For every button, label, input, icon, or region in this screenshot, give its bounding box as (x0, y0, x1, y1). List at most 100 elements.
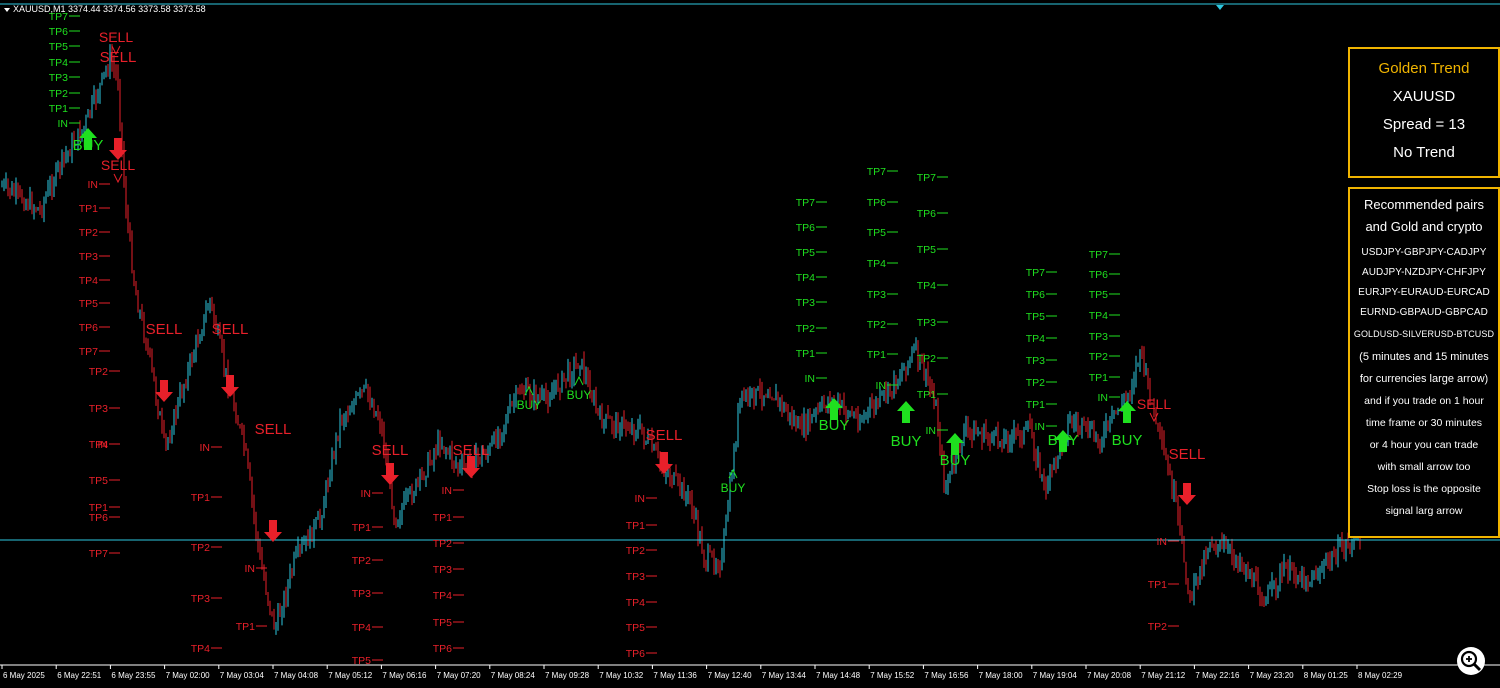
tp-level-label: TP5 (433, 617, 452, 629)
tp-level-label: TP2 (49, 88, 68, 100)
time-axis-label: 7 May 15:52 (870, 671, 915, 680)
tp-level-label: TP1 (1089, 372, 1108, 384)
small-arrow-icon (113, 173, 123, 184)
signal-arrow-shape (1118, 401, 1136, 423)
sell-arrow-icon (221, 375, 239, 397)
dropdown-triangle-icon[interactable] (4, 7, 10, 12)
sell-arrow-icon (1178, 483, 1196, 505)
buy-arrow-icon (897, 401, 915, 423)
tp-level-label: TP4 (917, 280, 936, 292)
tp-level-label: TP3 (433, 564, 452, 576)
tp-level-label: TP5 (89, 475, 108, 487)
tp-level-tp3: TP3 (191, 593, 222, 605)
price-chart[interactable]: IN TP1 TP2 TP3 TP4 TP5 TP6 TP7 IN TP1 TP2 TP3 TP4 TP5… (0, 0, 1500, 688)
signal-levels: IN TP1 TP2 TP3 TP4 TP5 TP6 TP7 IN TP1 TP2 TP3 TP4 TP5… (49, 11, 1179, 667)
tp-level-tp3: TP3 (626, 571, 657, 583)
tp-level-label: IN (1035, 421, 1046, 433)
tp-level-tp6: TP6 (79, 322, 110, 334)
tp-level-label: TP7 (79, 346, 98, 358)
tp-level-label: IN (442, 485, 453, 497)
tp-level-in: IN (442, 485, 464, 497)
tp-level-in: IN (1098, 392, 1120, 404)
signal-arrow-shape (221, 375, 239, 397)
tp-level-tp4: TP4 (1026, 333, 1057, 345)
sell-signal-label: SELL (146, 321, 183, 338)
pair-group: USDJPY-GBPJPY-CADJPY (1361, 247, 1487, 258)
tp-level-tp3: TP3 (867, 289, 898, 301)
sell-signal-label: SELL (100, 49, 137, 66)
tp-level-tp6: TP6 (1089, 269, 1120, 281)
tp-level-tp2: TP2 (796, 323, 827, 335)
indicator-name: Golden Trend (1378, 60, 1470, 77)
time-axis-label: 7 May 06:16 (382, 671, 427, 680)
tp-level-label: TP7 (1026, 267, 1045, 279)
sell-arrow-icon (264, 520, 282, 542)
tp-level-label: IN (876, 380, 887, 392)
tp-level-tp7: TP7 (1089, 249, 1120, 261)
tp-level-tp2: TP2 (1089, 351, 1120, 363)
signal-arrow-shape (897, 401, 915, 423)
tp-level-tp3: TP3 (1026, 355, 1057, 367)
sell-arrow-icon (155, 380, 173, 402)
tp-level-tp5: TP5 (433, 617, 464, 629)
time-axis-label: 7 May 12:40 (708, 671, 753, 680)
tp-level-tp3: TP3 (917, 317, 948, 329)
tp-level-label: TP3 (79, 251, 98, 263)
sell-arrow-icon (381, 463, 399, 485)
tp-level-label: TP2 (352, 555, 371, 567)
small-sell-label: SELL (99, 29, 133, 45)
time-axis-label: 7 May 23:20 (1250, 671, 1295, 680)
sell-signal-label: SELL (255, 421, 292, 438)
tp-level-tp3: TP3 (89, 403, 120, 415)
tp-level-tp5: TP5 (626, 622, 657, 634)
tp-level-label: TP1 (917, 389, 936, 401)
tp-level-tp6: TP6 (796, 222, 827, 234)
chart-shift-marker-icon[interactable] (1216, 5, 1224, 10)
buy-signal-label: BUY (73, 137, 104, 154)
buy-signal-label: BUY (891, 433, 922, 450)
tp-level-label: TP2 (79, 227, 98, 239)
signal-markers: BUY SELL SELL SELL SELL SELL SELL SELL BUY BUY BUY… (73, 29, 1206, 542)
time-axis-label: 6 May 23:55 (111, 671, 156, 680)
tp-level-label: TP5 (1026, 311, 1045, 323)
time-axis-label: 7 May 09:28 (545, 671, 590, 680)
tp-level-tp6: TP6 (89, 512, 120, 524)
tp-level-tp2: TP2 (352, 555, 383, 567)
tp-level-label: TP7 (917, 172, 936, 184)
time-axis-label: 7 May 03:04 (220, 671, 265, 680)
tp-level-tp6: TP6 (1026, 289, 1057, 301)
recommendation-panel: Recommended pairs and Gold and crypto US… (1348, 187, 1500, 538)
small-buy-label: BUY (517, 398, 542, 412)
time-axis-label: 7 May 05:12 (328, 671, 373, 680)
tp-level-tp4: TP4 (79, 275, 110, 287)
tp-level-label: TP2 (917, 353, 936, 365)
pair-group: AUDJPY-NZDJPY-CHFJPY (1361, 267, 1487, 278)
signal-arrow-shape (264, 520, 282, 542)
time-axis-label: 7 May 21:12 (1141, 671, 1186, 680)
tp-level-tp4: TP4 (626, 597, 657, 609)
tp-level-tp5: TP5 (49, 41, 80, 53)
tp-level-tp2: TP2 (49, 88, 80, 100)
time-axis-label: 6 May 22:51 (57, 671, 102, 680)
tp-level-tp6: TP6 (626, 648, 657, 660)
tp-level-tp3: TP3 (796, 297, 827, 309)
tp-level-label: IN (245, 563, 256, 575)
tp-level-tp2: TP2 (626, 545, 657, 557)
sell-signal-label: SELL (453, 442, 490, 459)
tp-level-label: IN (361, 488, 372, 500)
signal-arrow-shape (462, 456, 480, 478)
tp-level-tp3: TP3 (49, 72, 80, 84)
tp-level-label: TP4 (867, 258, 886, 270)
tp-level-label: TP3 (626, 571, 645, 583)
tp-level-label: TP1 (1026, 399, 1045, 411)
buy-signal-label: BUY (819, 417, 850, 434)
tp-level-label: IN (58, 118, 69, 130)
tp-level-in: IN (200, 442, 222, 454)
tp-level-label: TP6 (626, 648, 645, 660)
tp-level-label: TP1 (433, 512, 452, 524)
small-buy-label: BUY (567, 388, 592, 402)
sell-signal-label: SELL (646, 427, 683, 444)
zoom-in-icon[interactable] (1456, 646, 1486, 676)
tp-level-tp5: TP5 (79, 298, 110, 310)
sell-signal-label: SELL (1169, 446, 1206, 463)
